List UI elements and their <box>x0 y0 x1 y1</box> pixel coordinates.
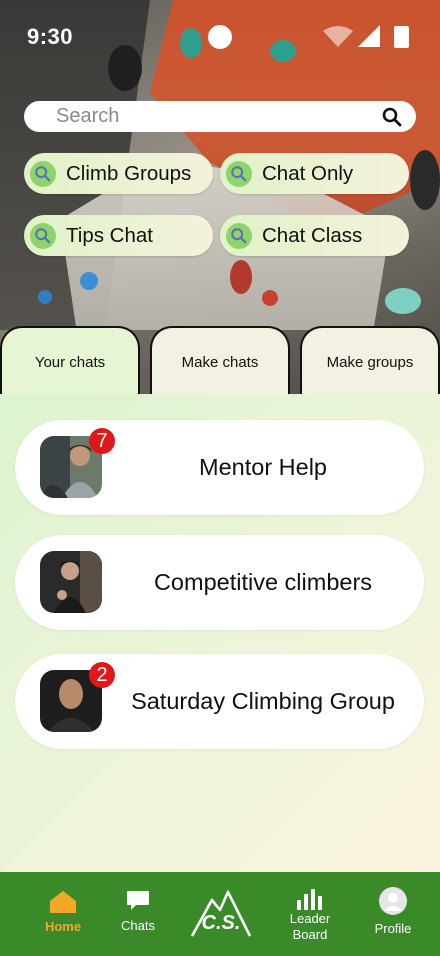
status-bar: 9:30 <box>0 20 440 56</box>
battery-icon <box>394 26 409 48</box>
chat-title: Competitive climbers <box>153 569 373 595</box>
chat-item-saturday-climbing-group[interactable]: 2 Saturday Climbing Group <box>15 654 424 749</box>
climbing-hold <box>385 288 421 314</box>
profile-icon <box>379 887 407 915</box>
climbing-hold <box>80 272 98 290</box>
bottom-nav: Home Chats C.S. Leader Board Profile <box>0 872 440 956</box>
chat-bubble-icon <box>127 891 149 910</box>
search-icon <box>226 222 252 249</box>
clock: 9:30 <box>27 24 74 49</box>
unread-badge: 7 <box>89 428 115 454</box>
chip-label: Chat Class <box>262 223 363 247</box>
nav-chats[interactable]: Chats <box>115 890 161 934</box>
tab-label: Make groups <box>326 353 414 371</box>
avatar <box>40 551 102 613</box>
search-icon <box>30 160 56 187</box>
nav-label: Profile <box>374 921 412 936</box>
climbing-hold <box>410 150 440 210</box>
unread-badge: 2 <box>89 662 115 688</box>
chat-item-competitive-climbers[interactable]: Competitive climbers <box>15 535 424 630</box>
tab-your-chats[interactable]: Your chats <box>0 326 140 396</box>
app-logo[interactable]: C.S. <box>190 882 252 940</box>
chat-item-mentor-help[interactable]: 7 Mentor Help <box>15 420 424 515</box>
chip-label: Chat Only <box>262 161 354 185</box>
climbing-hold <box>262 290 278 306</box>
nav-leaderboard[interactable]: Leader Board <box>283 888 337 942</box>
nav-label: Chats <box>121 918 155 933</box>
climbing-hold <box>230 260 252 294</box>
search-placeholder: Search <box>56 105 120 127</box>
search-input[interactable]: Search <box>24 101 416 132</box>
search-icon <box>30 222 56 249</box>
home-icon <box>50 891 76 913</box>
chip-climb-groups[interactable]: Climb Groups <box>24 153 213 194</box>
nav-label: Board <box>292 926 328 942</box>
camera-cutout <box>208 25 232 49</box>
nav-profile[interactable]: Profile <box>368 887 418 937</box>
search-icon[interactable] <box>382 107 402 127</box>
nav-home[interactable]: Home <box>40 890 86 935</box>
wifi-icon <box>323 26 353 47</box>
chip-chat-class[interactable]: Chat Class <box>220 215 409 256</box>
bar-chart-icon <box>297 889 322 910</box>
chip-tips-chat[interactable]: Tips Chat <box>24 215 213 256</box>
chat-title: Saturday Climbing Group <box>131 688 395 714</box>
chat-title: Mentor Help <box>199 454 327 480</box>
chip-label: Climb Groups <box>66 161 192 185</box>
signal-icon <box>358 25 380 47</box>
mountain-logo-icon: C.S. <box>190 889 252 937</box>
nav-label: Home <box>44 919 82 934</box>
nav-label: Leader <box>289 911 331 926</box>
chip-label: Tips Chat <box>66 223 153 247</box>
tab-label: Your chats <box>34 353 106 371</box>
chip-chat-only[interactable]: Chat Only <box>220 153 409 194</box>
tab-make-groups[interactable]: Make groups <box>300 326 440 396</box>
chat-list: 7 Mentor Help Competitive climbers 2 Sat… <box>0 394 440 872</box>
search-icon <box>226 160 252 187</box>
tab-label: Make chats <box>181 353 259 371</box>
tab-make-chats[interactable]: Make chats <box>150 326 290 396</box>
climbing-hold <box>38 290 52 304</box>
logo-text: C.S. <box>202 912 241 934</box>
